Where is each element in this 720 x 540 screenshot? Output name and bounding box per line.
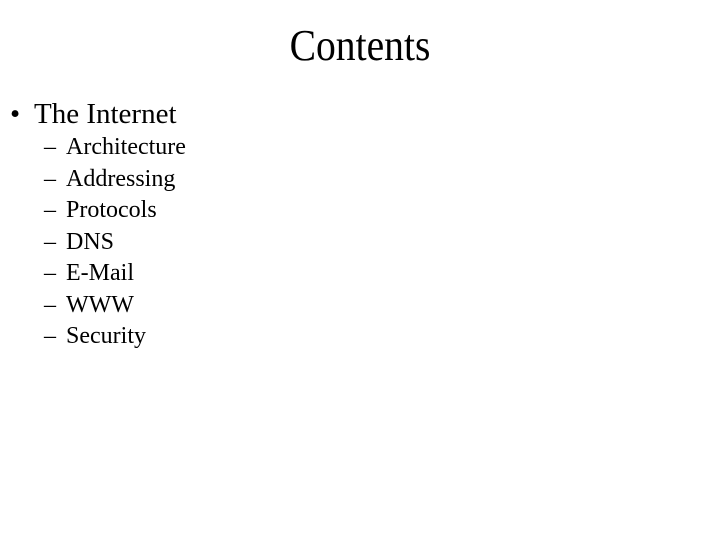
sub-item-email: – E-Mail xyxy=(0,258,300,290)
sub-item-architecture: – Architecture xyxy=(0,132,300,164)
dash-icon: – xyxy=(44,165,56,192)
dash-icon: – xyxy=(44,260,56,286)
sub-item-protocols: – Protocols xyxy=(0,195,300,227)
dash-icon: – xyxy=(44,323,56,349)
dash-icon: – xyxy=(44,134,56,160)
dash-icon: – xyxy=(44,197,56,223)
sub-item-text: Addressing xyxy=(66,165,176,192)
sub-item-addressing: – Addressing xyxy=(0,164,300,196)
sub-item-www: – WWW xyxy=(0,290,300,322)
sub-list: – Architecture – Addressing – Protocols … xyxy=(0,132,300,353)
sub-item-text: DNS xyxy=(66,228,115,255)
sub-item-text: E-Mail xyxy=(66,260,134,286)
sub-item-text: Architecture xyxy=(66,134,186,160)
bullet-icon: • xyxy=(10,98,21,130)
sub-item-text: WWW xyxy=(66,291,134,318)
sub-item-dns: – DNS xyxy=(0,227,300,259)
sub-item-text: Protocols xyxy=(66,197,157,223)
bullet-text: The Internet xyxy=(34,98,177,130)
slide-title: Contents xyxy=(289,21,431,70)
sub-item-text: Security xyxy=(66,323,146,349)
sub-item-security: – Security xyxy=(0,321,300,353)
dash-icon: – xyxy=(44,228,56,255)
dash-icon: – xyxy=(44,291,56,318)
